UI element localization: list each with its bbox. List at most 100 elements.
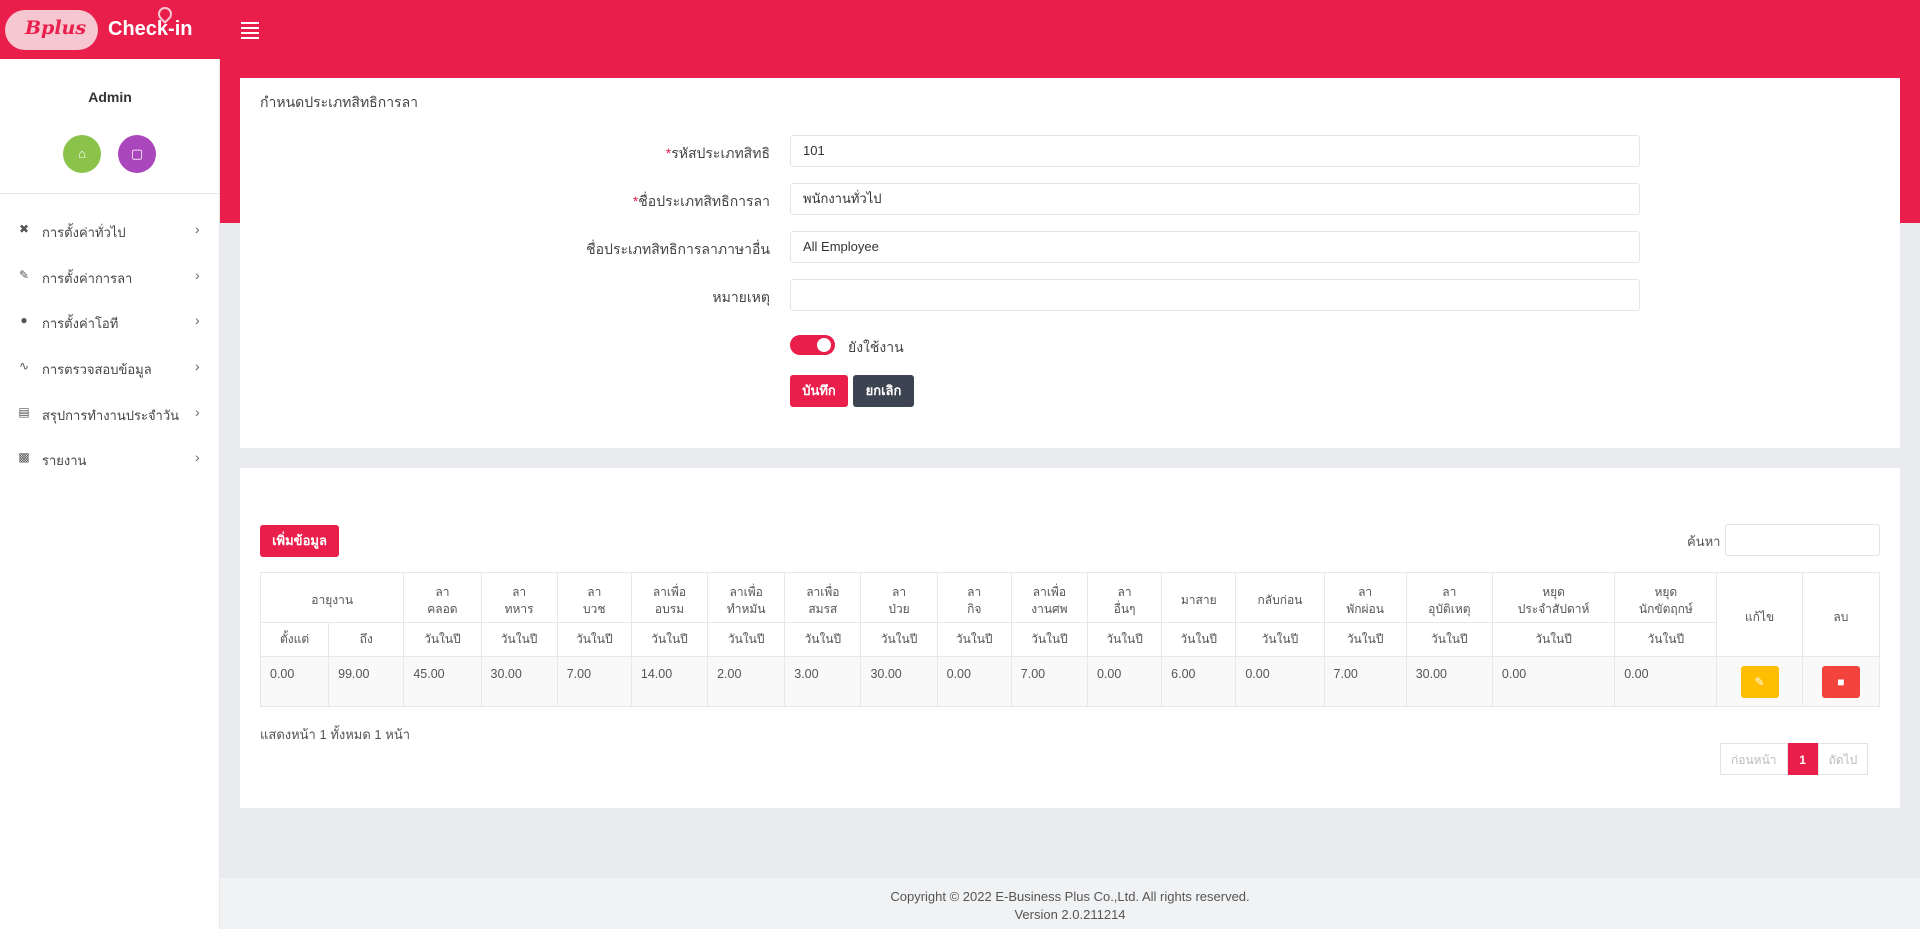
sidebar-item-daily-summary[interactable]: ▤ สรุปการทำงานประจำวัน › bbox=[0, 394, 220, 434]
column-header: ลา ทหาร bbox=[480, 572, 558, 623]
sidebar-item-report[interactable]: ▩ รายงาน › bbox=[0, 439, 220, 479]
column-header: ลาเพื่อ สมรส bbox=[784, 572, 862, 623]
tools-icon: ✖ bbox=[18, 222, 30, 236]
other-language-label: ชื่อประเภทสิทธิการลาภาษาอื่น bbox=[586, 241, 770, 257]
table-cell: 0.00 bbox=[259, 656, 330, 707]
column-subheader: วันในปี bbox=[1405, 622, 1493, 657]
column-header: ลาเพื่อ งานศพ bbox=[1010, 572, 1088, 623]
lock-button[interactable]: ▢ bbox=[118, 135, 156, 173]
column-subheader: วันในปี bbox=[1614, 622, 1718, 657]
leave-type-form-card: กำหนดประเภทสิทธิการลา *รหัสประเภทสิทธิ 1… bbox=[240, 78, 1900, 448]
column-subheader: วันในปี bbox=[784, 622, 862, 657]
cancel-button[interactable]: ยกเลิก bbox=[853, 375, 914, 407]
sidebar-item-leave-settings[interactable]: ✎ การตั้งค่าการลา › bbox=[0, 257, 220, 297]
menu-toggle-icon[interactable] bbox=[241, 22, 259, 39]
table-cell: 99.00 bbox=[328, 656, 405, 707]
trash-icon[interactable]: ■ bbox=[1821, 665, 1860, 698]
other-language-field[interactable]: All Employee bbox=[790, 231, 1640, 263]
name-label: *ชื่อประเภทสิทธิการลา bbox=[632, 193, 770, 209]
column-header: หยุด ประจำสัปดาห์ bbox=[1491, 572, 1616, 623]
column-header: ลาเพื่อ ทำหมัน bbox=[707, 572, 786, 623]
logo-text: Bplus bbox=[25, 17, 87, 39]
table-cell: 0.00 bbox=[1614, 656, 1718, 707]
column-header: ลา คลอด bbox=[403, 572, 482, 623]
chevron-right-icon: › bbox=[195, 404, 200, 420]
column-subheader: วันในปี bbox=[480, 622, 558, 657]
info-icon: ● bbox=[20, 313, 28, 327]
column-header: ลา บวช bbox=[556, 572, 632, 623]
edit-icon: ✎ bbox=[18, 268, 30, 282]
column-header: ลบ bbox=[1801, 572, 1881, 657]
column-header: ลา ป่วย bbox=[860, 572, 938, 623]
sidebar-item-general-settings[interactable]: ✖ การตั้งค่าทั่วไป › bbox=[0, 211, 220, 251]
user-name: Admin bbox=[88, 89, 132, 105]
column-header: มาสาย bbox=[1161, 572, 1237, 623]
chevron-right-icon: › bbox=[195, 312, 200, 328]
column-header: ลา กิจ bbox=[936, 572, 1012, 623]
sidebar-item-data-check[interactable]: ∿ การตรวจสอบข้อมูล › bbox=[0, 348, 220, 388]
page-title: กำหนดประเภทสิทธิการลา bbox=[260, 94, 419, 110]
pagination: ก่อนหน้า 1 ถัดไป bbox=[1720, 743, 1869, 775]
sidebar-item-label: สรุปการทำงานประจำวัน bbox=[42, 408, 180, 423]
sidebar-item-label: การตั้งค่าโอที bbox=[42, 316, 119, 331]
remark-field[interactable] bbox=[790, 279, 1640, 311]
home-icon: ⌂ bbox=[78, 146, 86, 161]
column-subheader: วันในปี bbox=[1491, 622, 1616, 657]
column-header: หยุด นักขัตฤกษ์ bbox=[1614, 572, 1718, 623]
column-subheader: วันในปี bbox=[403, 622, 482, 657]
top-bar: Bplus Check-in bbox=[0, 0, 1920, 59]
table-cell: 7.00 bbox=[1010, 656, 1088, 707]
column-subheader: ถึง bbox=[328, 622, 405, 657]
sidebar-item-ot-settings[interactable]: ● การตั้งค่าโอที › bbox=[0, 302, 220, 342]
sidebar: Admin ⌂ ▢ ✖ การตั้งค่าทั่วไป › ✎ การตั้ง… bbox=[0, 59, 220, 929]
pulse-icon: ∿ bbox=[18, 359, 30, 373]
column-subheader: วันในปี bbox=[860, 622, 938, 657]
page-1-button[interactable]: 1 bbox=[1787, 743, 1818, 775]
table-row: 0.00 99.00 45.00 30.00 7.00 14.00 2.00 3.00 30.0… bbox=[259, 656, 1881, 707]
document-icon: ▩ bbox=[18, 450, 30, 464]
sidebar-item-label: การตั้งค่าการลา bbox=[42, 271, 133, 286]
column-subheader: วันในปี bbox=[936, 622, 1012, 657]
column-header: อายุงาน bbox=[259, 572, 405, 623]
column-subheader: ตั้งแต่ bbox=[259, 622, 330, 657]
bplus-logo[interactable]: Bplus bbox=[5, 10, 98, 50]
table-cell: 30.00 bbox=[1405, 656, 1493, 707]
edit-icon[interactable]: ✎ bbox=[1740, 665, 1779, 698]
sidebar-item-label: การตั้งค่าทั่วไป bbox=[42, 225, 126, 240]
delete-cell: ■ bbox=[1801, 656, 1881, 707]
table-cell: 14.00 bbox=[630, 656, 709, 707]
column-subheader: วันในปี bbox=[1086, 622, 1163, 657]
table-cell: 6.00 bbox=[1161, 656, 1237, 707]
sidebar-item-label: การตรวจสอบข้อมูล bbox=[42, 362, 152, 377]
table-cell: 30.00 bbox=[860, 656, 938, 707]
page-info: แสดงหน้า 1 ทั้งหมด 1 หน้า bbox=[260, 727, 411, 742]
home-button[interactable]: ⌂ bbox=[63, 135, 101, 173]
active-label: ยังใช้งาน bbox=[848, 339, 904, 355]
active-toggle[interactable] bbox=[790, 335, 835, 355]
next-page-button[interactable]: ถัดไป bbox=[1817, 743, 1869, 775]
lock-icon: ▢ bbox=[130, 146, 144, 161]
table-cell: 7.00 bbox=[1323, 656, 1407, 707]
sidebar-divider bbox=[0, 193, 220, 194]
chevron-right-icon: › bbox=[195, 267, 200, 283]
column-subheader: วันในปี bbox=[556, 622, 632, 657]
table-cell: 30.00 bbox=[480, 656, 558, 707]
search-label: ค้นหา bbox=[1687, 534, 1721, 549]
add-button[interactable]: เพิ่มข้อมูล bbox=[260, 525, 339, 557]
name-field[interactable]: พนักงานทั่วไป bbox=[790, 183, 1640, 215]
save-button[interactable]: บันทึก bbox=[790, 375, 848, 407]
search-input[interactable] bbox=[1725, 524, 1880, 556]
edit-cell: ✎ bbox=[1716, 656, 1803, 707]
list-icon: ▤ bbox=[18, 405, 30, 419]
chevron-right-icon: › bbox=[195, 449, 200, 465]
code-label: *รหัสประเภทสิทธิ bbox=[665, 145, 770, 161]
prev-page-button[interactable]: ก่อนหน้า bbox=[1720, 743, 1788, 775]
chevron-right-icon: › bbox=[195, 221, 200, 237]
chevron-right-icon: › bbox=[195, 358, 200, 374]
table-cell: 0.00 bbox=[1491, 656, 1616, 707]
code-field[interactable]: 101 bbox=[790, 135, 1640, 167]
column-subheader: วันในปี bbox=[1161, 622, 1237, 657]
column-subheader: วันในปี bbox=[1323, 622, 1407, 657]
table-cell: 3.00 bbox=[784, 656, 862, 707]
leave-type-list-card: เพิ่มข้อมูล ค้นหา อายุงาน ลา คลอด ลา ทหารล… bbox=[240, 468, 1900, 808]
